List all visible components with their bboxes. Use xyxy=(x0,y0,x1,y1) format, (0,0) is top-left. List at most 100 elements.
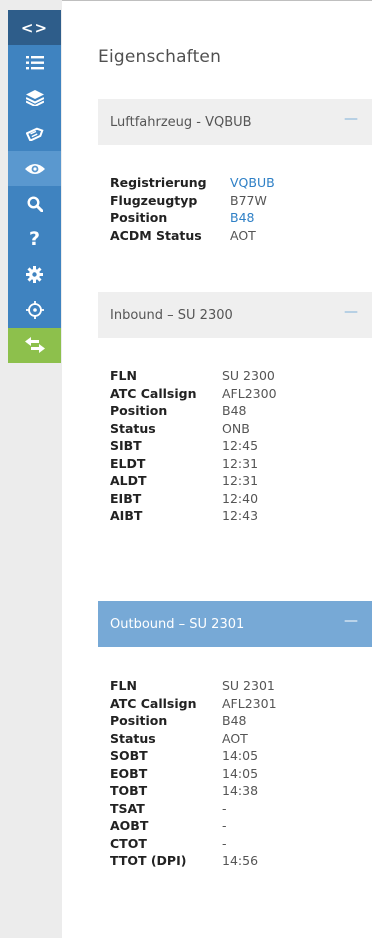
detail-value: ONB xyxy=(222,420,250,436)
detail-value: AOT xyxy=(222,730,248,746)
detail-row: FLN SU 2300 xyxy=(110,367,277,385)
eye-button[interactable] xyxy=(8,151,61,187)
swap-button[interactable] xyxy=(8,327,61,363)
detail-value: 12:31 xyxy=(222,455,259,471)
detail-value: - xyxy=(222,818,227,834)
detail-label: AOBT xyxy=(110,818,149,834)
detail-row: ATC Callsign AFL2301 xyxy=(110,695,277,713)
detail-row: SOBT 14:05 xyxy=(110,747,277,765)
detail-value: AFL2300 xyxy=(222,385,277,401)
detail-value: 12:43 xyxy=(222,508,259,524)
detail-label: ACDM Status xyxy=(110,227,202,243)
swap-arrows-icon xyxy=(24,337,45,354)
detail-row: AOBT - xyxy=(110,817,277,835)
section-header-label: Outbound – SU 2301 xyxy=(110,616,245,632)
detail-row: Position B48 xyxy=(110,712,277,730)
list-icon xyxy=(25,55,44,70)
detail-label: Status xyxy=(110,420,156,436)
detail-label: FLN xyxy=(110,678,137,694)
detail-row: EOBT 14:05 xyxy=(110,765,277,783)
detail-row: TTOT (DPI) 14:56 xyxy=(110,852,277,870)
tag-icon xyxy=(25,127,44,141)
eye-icon xyxy=(24,163,45,174)
detail-label: Position xyxy=(110,210,168,226)
detail-value: 14:05 xyxy=(222,748,259,764)
detail-value: B48 xyxy=(222,713,247,729)
detail-row: Registrierung VQBUB xyxy=(110,174,275,192)
layers-icon xyxy=(25,90,44,107)
detail-row: Flugzeugtyp B77W xyxy=(110,192,275,210)
detail-value: 12:40 xyxy=(222,490,259,506)
settings-button[interactable] xyxy=(8,257,61,293)
detail-value: - xyxy=(222,800,227,816)
detail-label: FLN xyxy=(110,368,137,384)
detail-label: EOBT xyxy=(110,765,148,781)
detail-value: AOT xyxy=(230,227,256,243)
section-header-inbound[interactable]: Inbound – SU 2300 — xyxy=(98,292,372,338)
detail-label: AIBT xyxy=(110,508,143,524)
detail-value: 14:56 xyxy=(222,853,259,869)
detail-label: TOBT xyxy=(110,783,148,799)
detail-label: ELDT xyxy=(110,455,146,471)
target-icon xyxy=(25,301,44,320)
detail-value: B77W xyxy=(230,192,267,208)
inbound-details: FLN SU 2300 ATC Callsign AFL2300 Position B48… xyxy=(110,367,277,525)
code-brackets-icon: <> xyxy=(20,18,49,37)
detail-row: AIBT 12:43 xyxy=(110,507,277,525)
collapse-icon[interactable]: — xyxy=(344,304,358,320)
detail-label: ALDT xyxy=(110,473,147,489)
section-header-aircraft[interactable]: Luftfahrzeug - VQBUB — xyxy=(98,99,372,145)
section-header-outbound[interactable]: Outbound – SU 2301 — xyxy=(98,601,372,647)
layers-button[interactable] xyxy=(8,80,61,116)
detail-row: ACDM Status AOT xyxy=(110,227,275,245)
search-button[interactable] xyxy=(8,186,61,222)
outbound-details: FLN SU 2301 ATC Callsign AFL2301 Position B48… xyxy=(110,677,277,870)
detail-row: TOBT 14:38 xyxy=(110,782,277,800)
detail-label: SIBT xyxy=(110,438,142,454)
section-header-label: Luftfahrzeug - VQBUB xyxy=(110,114,252,130)
detail-label: TTOT (DPI) xyxy=(110,853,187,869)
detail-value: B48 xyxy=(222,403,247,419)
tag-button[interactable] xyxy=(8,115,61,152)
detail-label: EIBT xyxy=(110,490,142,506)
detail-label: TSAT xyxy=(110,800,145,816)
target-button[interactable] xyxy=(8,292,61,328)
detail-label: Flugzeugtyp xyxy=(110,192,198,208)
detail-value-link[interactable]: VQBUB xyxy=(230,175,275,190)
detail-row: CTOT - xyxy=(110,835,277,853)
detail-value-link[interactable]: B48 xyxy=(230,210,254,225)
toolbar: <> ? xyxy=(8,10,61,363)
detail-label: ATC Callsign xyxy=(110,695,197,711)
detail-row: Status ONB xyxy=(110,420,277,438)
detail-label: SOBT xyxy=(110,748,148,764)
help-icon: ? xyxy=(28,228,41,251)
detail-value: SU 2301 xyxy=(222,678,275,694)
detail-label: ATC Callsign xyxy=(110,385,197,401)
detail-label: CTOT xyxy=(110,835,147,851)
detail-row: TSAT - xyxy=(110,800,277,818)
collapse-icon[interactable]: — xyxy=(344,111,358,127)
code-brackets-button[interactable]: <> xyxy=(8,10,61,46)
section-header-label: Inbound – SU 2300 xyxy=(110,307,233,323)
gear-icon xyxy=(26,266,43,284)
detail-value: AFL2301 xyxy=(222,695,277,711)
collapse-icon[interactable]: — xyxy=(344,613,358,629)
detail-value: 14:05 xyxy=(222,765,259,781)
detail-label: Position xyxy=(110,713,168,729)
detail-row: ATC Callsign AFL2300 xyxy=(110,385,277,403)
detail-value: - xyxy=(222,835,227,851)
detail-row: ALDT 12:31 xyxy=(110,472,277,490)
help-button[interactable]: ? xyxy=(8,221,61,258)
detail-value: 14:38 xyxy=(222,783,259,799)
detail-row: Status AOT xyxy=(110,730,277,748)
detail-label: Status xyxy=(110,730,156,746)
detail-value: 12:31 xyxy=(222,473,259,489)
detail-row: ELDT 12:31 xyxy=(110,455,277,473)
detail-row: FLN SU 2301 xyxy=(110,677,277,695)
search-icon xyxy=(26,196,43,213)
sidebar-rail: <> ? xyxy=(0,0,62,938)
properties-panel: Eigenschaften Luftfahrzeug - VQBUB — Reg… xyxy=(62,0,372,938)
detail-row: SIBT 12:45 xyxy=(110,437,277,455)
aircraft-details: Registrierung VQBUB Flugzeugtyp B77W Positio… xyxy=(110,174,275,244)
list-button[interactable] xyxy=(8,45,61,81)
